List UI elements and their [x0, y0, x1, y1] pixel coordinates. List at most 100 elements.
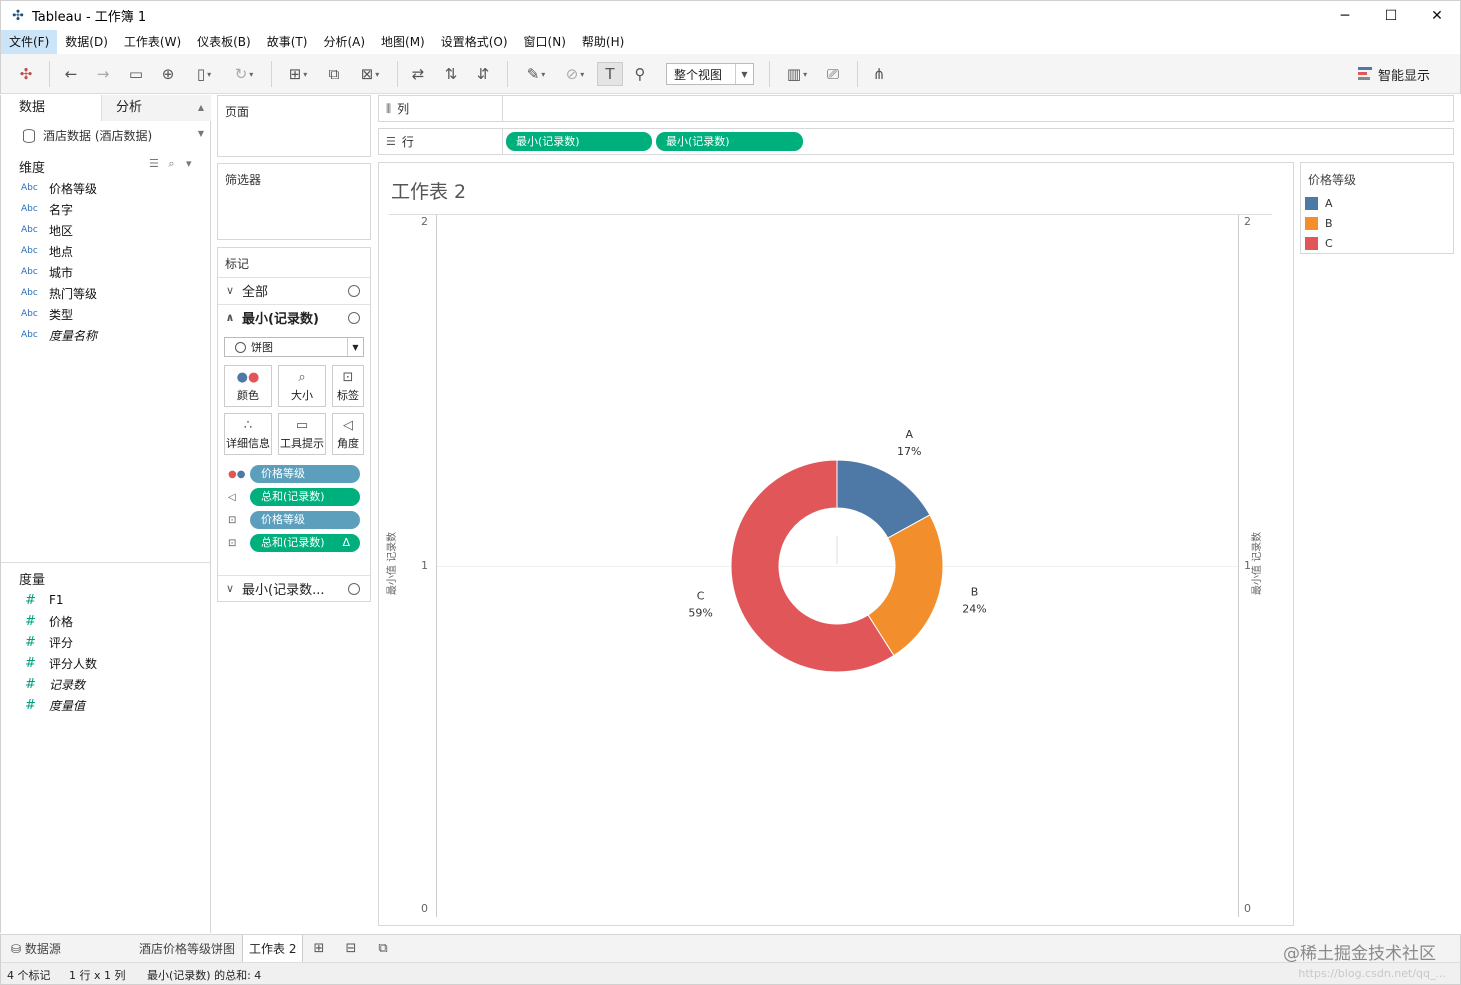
- menu-map[interactable]: 地图(M): [373, 30, 433, 54]
- new-datasource-icon[interactable]: ⊕: [157, 62, 179, 86]
- minimize-button[interactable]: ─: [1322, 1, 1368, 31]
- pages-card[interactable]: 页面: [217, 95, 371, 157]
- new-story-icon[interactable]: ⧉: [374, 940, 392, 958]
- dimension-field[interactable]: Abc 地区: [21, 221, 73, 239]
- size-button[interactable]: ⌕ 大小: [278, 365, 326, 407]
- angle-pill-row[interactable]: ◁ 总和(记录数): [228, 487, 360, 507]
- tab-datasource[interactable]: ⛁ 数据源: [5, 935, 67, 963]
- duplicate-sheet-icon[interactable]: ⧉: [323, 62, 345, 86]
- tableau-home-icon[interactable]: ✣: [15, 62, 37, 86]
- clear-sheet-icon[interactable]: ⊠ ▾: [353, 62, 387, 86]
- datasource-label: 酒店数据 (酒店数据): [43, 129, 153, 143]
- color-button[interactable]: ●● 颜色: [224, 365, 272, 407]
- tooltip-button[interactable]: ▭ 工具提示: [278, 413, 326, 455]
- label-pill[interactable]: 总和(记录数) Δ: [250, 534, 360, 552]
- close-button[interactable]: ✕: [1414, 1, 1460, 31]
- measure-field[interactable]: # 价格: [21, 612, 73, 630]
- detail-button[interactable]: ∴ 详细信息: [224, 413, 272, 455]
- tab-data[interactable]: 数据: [1, 95, 101, 121]
- measure-field[interactable]: # 评分人数: [21, 654, 97, 672]
- menu-analysis[interactable]: 分析(A): [315, 30, 373, 54]
- group-icon[interactable]: ⊘ ▾: [559, 62, 591, 86]
- dimension-field[interactable]: Abc 地点: [21, 242, 73, 260]
- datasource-item[interactable]: 酒店数据 (酒店数据): [23, 127, 152, 144]
- dimension-field[interactable]: Abc 价格等级: [21, 179, 97, 197]
- mark-type-select[interactable]: 饼图 ▼: [224, 337, 364, 357]
- tableau-logo-icon: ✣: [12, 7, 24, 24]
- color-legend[interactable]: 价格等级 A B C: [1300, 162, 1454, 254]
- show-cards-icon[interactable]: ▥ ▾: [779, 62, 815, 86]
- dimension-field[interactable]: Abc 热门等级: [21, 284, 97, 302]
- sheet-title[interactable]: 工作表 2: [391, 177, 466, 204]
- tab-analysis[interactable]: 分析 ▲ ▼: [101, 95, 211, 138]
- swap-axes-icon[interactable]: ⇄: [407, 62, 429, 86]
- sheet-tab-bar: ⛁ 数据源 酒店价格等级饼图 工作表 2 ⊞ ⊟ ⧉ @稀土掘金技术社区: [0, 934, 1461, 964]
- marks-min-records-row[interactable]: ∧ 最小(记录数): [218, 304, 370, 330]
- legend-item[interactable]: A: [1305, 195, 1333, 211]
- new-dashboard-icon[interactable]: ⊟: [342, 940, 360, 958]
- label-button[interactable]: ⊡ 标签: [332, 365, 364, 407]
- row-pill[interactable]: 最小(记录数): [656, 132, 803, 151]
- measure-field[interactable]: # 评分: [21, 633, 73, 651]
- menu-file[interactable]: 文件(F): [1, 30, 58, 54]
- sort-ascending-icon[interactable]: ⇅: [439, 62, 463, 86]
- menu-help[interactable]: 帮助(H): [574, 30, 632, 54]
- menu-dashboard[interactable]: 仪表板(B): [189, 30, 259, 54]
- pin-axes-icon[interactable]: ⚲: [629, 62, 651, 86]
- worksheet-view[interactable]: 工作表 2 2 1 0 2 1 0 最小值 记录数 最小值 记录数 A 17% B 2…: [378, 162, 1294, 926]
- dimension-field[interactable]: Abc 名字: [21, 200, 73, 218]
- legend-item[interactable]: B: [1305, 215, 1333, 231]
- share-icon[interactable]: ⋔: [867, 62, 891, 86]
- label-pill-row[interactable]: ⊡ 价格等级: [228, 510, 360, 530]
- show-me-button[interactable]: 智能显示: [1358, 65, 1430, 84]
- marks-all-row[interactable]: ∨ 全部: [218, 277, 370, 303]
- angle-button[interactable]: ◁ 角度: [332, 413, 364, 455]
- maximize-button[interactable]: ☐: [1368, 1, 1414, 31]
- marks-min-records-row-2[interactable]: ∨ 最小(记录数...: [218, 575, 370, 601]
- measure-field[interactable]: # 记录数: [21, 675, 85, 693]
- sort-icon: ▲ ▼: [197, 103, 204, 138]
- fit-view-select[interactable]: 整个视图 ▼: [666, 63, 754, 85]
- menu-data[interactable]: 数据(D): [57, 30, 116, 54]
- sort-descending-icon[interactable]: ⇵: [471, 62, 495, 86]
- database-icon: [23, 128, 35, 143]
- measure-field[interactable]: # 度量值: [21, 696, 85, 714]
- tab-sheet-pie[interactable]: 酒店价格等级饼图: [133, 935, 241, 963]
- color-pill-row[interactable]: ●● 价格等级: [228, 464, 360, 484]
- dimension-field[interactable]: Abc 类型: [21, 305, 73, 323]
- toolbar-separator: [857, 61, 858, 87]
- menu-window[interactable]: 窗口(N): [516, 30, 574, 54]
- search-icon[interactable]: ⌕: [168, 157, 174, 170]
- highlight-icon[interactable]: ✎ ▾: [519, 62, 553, 86]
- chevron-down-icon[interactable]: ▾: [186, 157, 192, 170]
- legend-item[interactable]: C: [1305, 235, 1333, 251]
- save-icon[interactable]: ▭: [125, 62, 147, 86]
- presentation-mode-icon[interactable]: ⎚: [821, 62, 845, 86]
- filters-card[interactable]: 筛选器: [217, 163, 371, 240]
- menu-story[interactable]: 故事(T): [259, 30, 316, 54]
- show-labels-icon[interactable]: T: [597, 62, 623, 86]
- donut-chart[interactable]: A 17% B 24% C 59%: [436, 215, 1238, 917]
- rows-shelf[interactable]: ☰ 行 最小(记录数) 最小(记录数): [378, 128, 1454, 155]
- redo-icon[interactable]: →: [91, 62, 115, 86]
- color-pill[interactable]: 价格等级: [250, 465, 360, 483]
- right-axis-tick: 0: [1244, 902, 1251, 915]
- label-button-label: 标签: [337, 389, 359, 402]
- new-worksheet-icon[interactable]: ⊞ ▾: [281, 62, 315, 86]
- measure-field[interactable]: # F1: [21, 591, 64, 609]
- menu-worksheet[interactable]: 工作表(W): [116, 30, 189, 54]
- label-pill[interactable]: 价格等级: [250, 511, 360, 529]
- refresh-icon[interactable]: ↻ ▾: [227, 62, 261, 86]
- pause-updates-icon[interactable]: ▯ ▾: [189, 62, 219, 86]
- new-worksheet-icon[interactable]: ⊞: [310, 940, 328, 958]
- tab-sheet-2[interactable]: 工作表 2: [242, 935, 304, 963]
- undo-icon[interactable]: ←: [59, 62, 83, 86]
- dimension-field[interactable]: Abc 度量名称: [21, 326, 97, 344]
- menu-format[interactable]: 设置格式(O): [433, 30, 516, 54]
- columns-shelf[interactable]: ⫼ 列: [378, 95, 1454, 122]
- label-pill-row[interactable]: ⊡ 总和(记录数) Δ: [228, 533, 360, 553]
- view-list-icon[interactable]: ☰: [149, 157, 159, 170]
- row-pill[interactable]: 最小(记录数): [506, 132, 652, 151]
- dimension-field[interactable]: Abc 城市: [21, 263, 73, 281]
- angle-pill[interactable]: 总和(记录数): [250, 488, 360, 506]
